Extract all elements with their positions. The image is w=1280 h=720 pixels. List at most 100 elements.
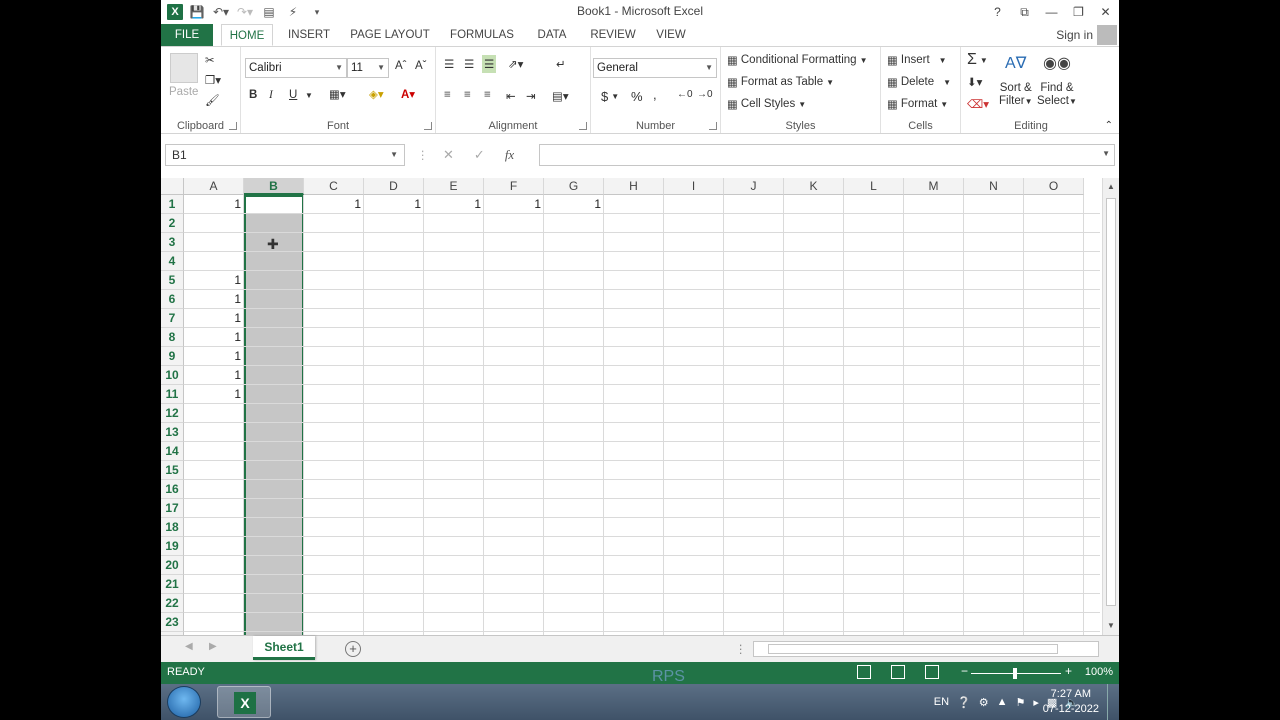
zoom-slider[interactable]: − + — [961, 664, 1072, 680]
italic-button[interactable]: I — [269, 89, 273, 101]
autosum-icon[interactable]: Σ ▼ — [967, 51, 988, 69]
format-painter-icon[interactable]: 🖌 — [205, 93, 220, 107]
merge-center-icon[interactable]: ▤▾ — [552, 89, 569, 103]
row-header-14[interactable]: 14 — [161, 442, 184, 461]
row-header-13[interactable]: 13 — [161, 423, 184, 442]
clock[interactable]: 7:27 AM 07-12-2022 — [1043, 687, 1099, 717]
column-header-a[interactable]: A — [184, 178, 244, 195]
help-icon[interactable]: ? — [984, 0, 1011, 24]
flag-icon[interactable]: ⚑ — [1015, 696, 1025, 709]
horizontal-scrollbar[interactable] — [753, 641, 1099, 657]
clear-icon[interactable]: ⌫▾ — [967, 97, 989, 111]
tab-insert[interactable]: INSERT — [283, 24, 335, 46]
bottom-align-icon[interactable]: ☰ — [482, 55, 497, 73]
copy-icon[interactable]: ❐▾ — [205, 73, 221, 87]
row-header-2[interactable]: 2 — [161, 214, 184, 233]
row-header-1[interactable]: 1 — [161, 195, 184, 214]
tab-data[interactable]: DATA — [531, 24, 573, 46]
increase-decimal-icon[interactable]: ←0 — [677, 89, 693, 100]
top-align-icon[interactable]: ☰ — [444, 57, 454, 71]
grow-font-icon[interactable]: Aˆ — [395, 60, 407, 72]
decrease-decimal-icon[interactable]: →0 — [697, 89, 713, 100]
row-header-16[interactable]: 16 — [161, 480, 184, 499]
prev-sheet-icon[interactable]: ◀ — [185, 641, 193, 652]
page-layout-view-icon[interactable] — [891, 665, 905, 679]
cut-icon[interactable]: ✂ — [205, 53, 215, 67]
orientation-icon[interactable]: ⇗▾ — [508, 57, 523, 71]
row-header-23[interactable]: 23 — [161, 613, 184, 632]
paste-button[interactable]: Paste — [169, 53, 198, 98]
tab-file[interactable]: FILE — [161, 24, 213, 46]
language-indicator[interactable]: EN — [934, 696, 949, 708]
find-select-button[interactable]: ◉◉ Find & Select▼ — [1037, 53, 1077, 107]
row-header-3[interactable]: 3 — [161, 233, 184, 252]
collapse-ribbon-icon[interactable]: ⌃ — [1105, 120, 1113, 131]
column-header-l[interactable]: L — [844, 178, 904, 195]
zoom-out-icon[interactable]: − — [961, 664, 968, 678]
row-header-10[interactable]: 10 — [161, 366, 184, 385]
cell-g1[interactable]: 1 — [544, 195, 604, 214]
tab-view[interactable]: VIEW — [651, 24, 691, 46]
start-button-icon[interactable] — [167, 686, 201, 718]
row-header-17[interactable]: 17 — [161, 499, 184, 518]
column-header-m[interactable]: M — [904, 178, 964, 195]
column-header-f[interactable]: F — [484, 178, 544, 195]
column-header-d[interactable]: D — [364, 178, 424, 195]
column-header-b[interactable]: B — [244, 178, 304, 195]
help-tray-icon[interactable]: ❔ — [957, 696, 971, 709]
row-header-8[interactable]: 8 — [161, 328, 184, 347]
format-cells-button[interactable]: ▦ Format ▼ — [887, 97, 948, 111]
font-launcher-icon[interactable] — [424, 122, 432, 130]
formula-input[interactable]: ▼ — [539, 144, 1115, 166]
comma-button[interactable]: , — [653, 87, 657, 102]
ribbon-display-icon[interactable]: ⧉ — [1011, 0, 1038, 24]
zoom-in-icon[interactable]: + — [1065, 664, 1072, 678]
name-box[interactable]: B1 ▼ — [165, 144, 405, 166]
fill-icon[interactable]: ⬇▾ — [967, 75, 982, 89]
sign-in-link[interactable]: Sign in — [1056, 28, 1093, 42]
row-header-7[interactable]: 7 — [161, 309, 184, 328]
cancel-entry-icon[interactable]: ✕ — [443, 147, 454, 163]
avatar[interactable] — [1097, 25, 1117, 45]
underline-button[interactable]: U — [289, 89, 297, 101]
font-color-icon[interactable]: A▾ — [401, 87, 415, 101]
network-icon[interactable]: ▸ — [1033, 696, 1039, 709]
format-as-table-button[interactable]: ▦ Format as Table ▼ — [727, 75, 834, 89]
row-header-22[interactable]: 22 — [161, 594, 184, 613]
number-launcher-icon[interactable] — [709, 122, 717, 130]
shrink-font-icon[interactable]: Aˇ — [415, 60, 427, 72]
fill-color-icon[interactable]: ◈▾ — [369, 87, 384, 101]
clipboard-launcher-icon[interactable] — [229, 122, 237, 130]
row-header-9[interactable]: 9 — [161, 347, 184, 366]
cell-a9[interactable]: 1 — [184, 347, 244, 366]
middle-align-icon[interactable]: ☰ — [464, 57, 474, 71]
cell-a6[interactable]: 1 — [184, 290, 244, 309]
restore-icon[interactable]: ❐ — [1065, 0, 1092, 24]
tab-split-grip-icon[interactable]: ⋮ — [735, 642, 747, 656]
sort-filter-button[interactable]: A∇ Sort & Filter▼ — [999, 53, 1032, 107]
cell-styles-button[interactable]: ▦ Cell Styles ▼ — [727, 97, 806, 111]
bold-button[interactable]: B — [249, 89, 257, 101]
align-right-icon[interactable]: ≡ — [484, 89, 491, 101]
tab-formulas[interactable]: FORMULAS — [447, 24, 517, 46]
taskbar-excel-button[interactable]: X — [217, 686, 271, 718]
percent-button[interactable]: % — [631, 89, 643, 104]
tab-home[interactable]: HOME — [221, 24, 273, 46]
show-hidden-icons-icon[interactable]: ▲ — [997, 696, 1008, 708]
column-header-c[interactable]: C — [304, 178, 364, 195]
cell-f1[interactable]: 1 — [484, 195, 544, 214]
scroll-up-icon[interactable]: ▲ — [1103, 180, 1119, 194]
enter-entry-icon[interactable]: ✓ — [474, 147, 485, 163]
add-sheet-icon[interactable]: + — [345, 641, 361, 657]
horizontal-scroll-thumb[interactable] — [768, 644, 1058, 654]
row-header-4[interactable]: 4 — [161, 252, 184, 271]
row-header-11[interactable]: 11 — [161, 385, 184, 404]
wrap-text-icon[interactable]: ↵ — [556, 57, 566, 71]
vertical-scrollbar[interactable]: ▲ ▼ — [1102, 178, 1119, 635]
row-header-15[interactable]: 15 — [161, 461, 184, 480]
sheet-tab[interactable]: Sheet1 — [253, 636, 315, 660]
row-header-19[interactable]: 19 — [161, 537, 184, 556]
cell-a11[interactable]: 1 — [184, 385, 244, 404]
cell-a5[interactable]: 1 — [184, 271, 244, 290]
tab-page-layout[interactable]: PAGE LAYOUT — [347, 24, 433, 46]
